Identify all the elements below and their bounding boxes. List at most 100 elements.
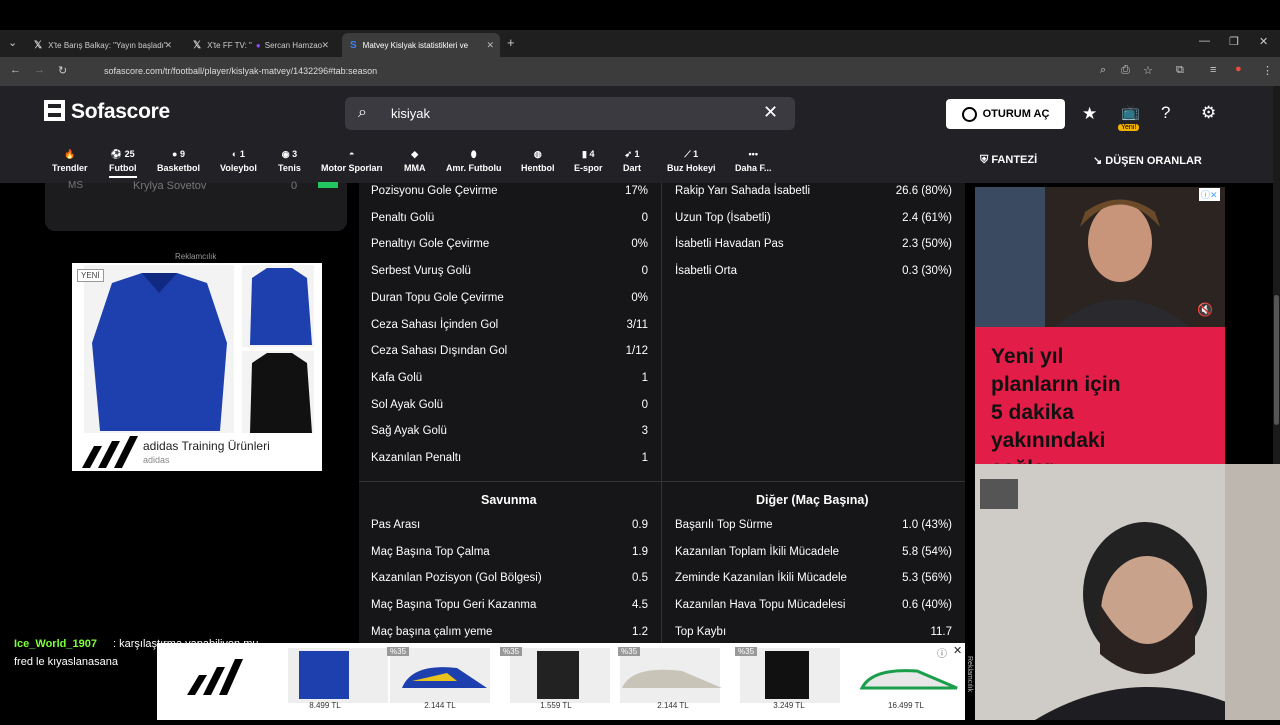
new-badge: YENİ — [77, 269, 104, 282]
chat-username: Ice_World_1907 — [14, 638, 97, 650]
stat-value: 4.5 — [632, 599, 648, 612]
stat-label: Rakip Yarı Sahada İsabetli — [675, 185, 811, 197]
dropping-odds-label: DÜŞEN ORANLAR — [1105, 155, 1202, 167]
sport-tab-espor[interactable]: ▮ 4 E-spor — [574, 149, 603, 173]
webcam-image — [975, 464, 1280, 720]
cast-icon[interactable]: ⎙ — [1121, 64, 1130, 77]
close-icon[interactable]: ✕ — [164, 40, 172, 51]
minimize-icon[interactable]: — — [1199, 35, 1210, 47]
stat-value: 17% — [624, 185, 648, 197]
flame-icon: 🔥 — [64, 149, 76, 159]
product-price[interactable]: 3.249 TL — [749, 701, 829, 710]
browser-tab[interactable]: 𝕏 X'te Barış Balkay: "Yayın başladı" ✕ — [26, 33, 178, 57]
sport-tab-more[interactable]: ••• Daha F... — [735, 149, 772, 173]
extensions-icon[interactable]: ⧉ — [1176, 64, 1184, 77]
login-label: OTURUM AÇ — [982, 108, 1050, 120]
sport-tab-hentbol[interactable]: ◍ Hentbol — [521, 149, 555, 173]
forward-icon[interactable]: → — [34, 64, 45, 76]
stat-label: Maç Başına Top Çalma — [371, 545, 490, 558]
scrollbar-thumb[interactable] — [1274, 295, 1279, 425]
tab-label: X'te FF TV: " — [207, 40, 252, 50]
video-ad[interactable] — [975, 187, 1225, 327]
sport-tab-basketbol[interactable]: ● 9 Basketbol — [157, 149, 200, 173]
close-icon[interactable]: ✕ — [321, 40, 329, 51]
dropping-odds-link[interactable]: ↘ DÜŞEN ORANLAR — [1093, 154, 1202, 167]
login-button[interactable]: OTURUM AÇ — [946, 99, 1065, 129]
zoom-icon[interactable]: ⌕ — [1100, 64, 1106, 77]
product-price[interactable]: 8.499 TL — [285, 701, 365, 710]
gamepad-icon: ▮ — [582, 149, 587, 159]
ad-title[interactable]: adidas Training Ürünleri — [143, 439, 270, 453]
stat-label: Kazanılan Penaltı — [371, 452, 462, 464]
twitch-icon: ● — [255, 40, 261, 50]
search-value[interactable]: kisiyak — [391, 106, 430, 121]
profile-avatar-icon[interactable]: ● — [1235, 63, 1242, 75]
restore-icon[interactable]: ❐ — [1229, 35, 1239, 48]
x-icon: 𝕏 — [193, 39, 202, 51]
mute-icon[interactable]: 🔇 — [1197, 302, 1213, 318]
sport-tab-buz-hokeyi[interactable]: ⟋ 1 Buz Hokeyi — [667, 149, 716, 173]
sport-label: Amr. Futbolu — [446, 163, 502, 173]
sport-label: Tenis — [278, 163, 301, 173]
tennis-icon: ◉ — [281, 149, 290, 159]
tab-search-icon[interactable]: ⌄ — [8, 36, 17, 49]
sport-count: 1 — [693, 149, 699, 159]
product-price[interactable]: 2.144 TL — [400, 701, 480, 710]
product-price[interactable]: 1.559 TL — [516, 701, 596, 710]
reload-icon[interactable]: ↻ — [58, 64, 67, 77]
sport-label: E-spor — [574, 163, 603, 173]
volleyball-icon: ◐ — [231, 149, 238, 159]
section-title-diger: Diğer (Maç Başına) — [756, 493, 869, 507]
glove-icon: ◆ — [411, 149, 419, 159]
section-divider — [359, 481, 965, 482]
sport-tab-futbol[interactable]: ⚽ 25 Futbol — [109, 149, 137, 178]
sport-tab-amr-futbolu[interactable]: ⬮ Amr. Futbolu — [446, 149, 502, 173]
search-icon: ⌕ — [358, 104, 367, 121]
product-price[interactable]: 16.499 TL — [866, 701, 946, 710]
stat-label: Penaltı Golü — [371, 211, 435, 224]
browser-tab[interactable]: 𝕏 X'te FF TV: " ● Sercan Hamzao ✕ — [185, 33, 335, 57]
close-window-icon[interactable]: ✕ — [1259, 35, 1268, 48]
stat-value: 1.0 (43%) — [902, 519, 952, 531]
ad-close-icon[interactable]: ✕ — [953, 644, 962, 657]
sofascore-icon: S — [350, 39, 357, 51]
stat-label: Maç başına çalım yeme — [371, 625, 493, 638]
sport-count: 9 — [179, 149, 185, 159]
address-field[interactable]: sofascore.com/tr/football/player/kislyak… — [88, 63, 1098, 80]
settings-gear-icon[interactable]: ⚙ — [1201, 103, 1216, 123]
media-icon[interactable]: ≡ — [1210, 64, 1216, 76]
sport-label: Futbol — [109, 163, 137, 173]
team-name[interactable]: Krylya Sovetov — [133, 180, 206, 192]
menu-icon[interactable]: ⋮ — [1262, 64, 1273, 77]
sport-tab-dart[interactable]: ➶ 1 Dart — [623, 149, 641, 173]
favorites-star-icon[interactable]: ★ — [1082, 104, 1097, 124]
sport-tab-motor[interactable]: ◓ Motor Sporları — [321, 149, 383, 173]
sport-count: 3 — [292, 149, 298, 159]
clear-search-icon[interactable]: ✕ — [763, 102, 778, 123]
bookmark-star-icon[interactable]: ☆ — [1143, 64, 1153, 77]
fantasy-label: FANTEZİ — [991, 154, 1038, 166]
close-icon[interactable]: ✕ — [486, 40, 494, 51]
sofascore-logo[interactable]: Sofascore — [44, 100, 170, 124]
sport-tab-mma[interactable]: ◆ MMA — [404, 149, 426, 173]
sport-tab-tenis[interactable]: ◉ 3 Tenis — [278, 149, 301, 173]
stat-label: Kafa Golü — [371, 371, 423, 384]
letterbox-top — [0, 0, 1280, 30]
browser-tab-active[interactable]: S Matvey Kislyak istatistikleri ve ✕ — [342, 33, 500, 57]
stat-value: 1.2 — [632, 625, 648, 638]
stat-value: 0% — [631, 291, 648, 304]
stat-value: 1/12 — [625, 345, 648, 358]
fantasy-link[interactable]: ⛨ FANTEZİ — [980, 154, 1037, 167]
section-title-savunma: Savunma — [481, 493, 537, 507]
tv-icon[interactable]: 📺 — [1121, 103, 1140, 121]
sport-tab-trendler[interactable]: 🔥 Trendler — [52, 149, 88, 173]
new-tab-icon[interactable]: + — [507, 35, 515, 50]
stat-label: Serbest Vuruş Golü — [371, 265, 471, 278]
product-price[interactable]: 2.144 TL — [633, 701, 713, 710]
ad-info-icon[interactable]: ⓘ — [937, 645, 947, 660]
sport-tab-voleybol[interactable]: ◐ 1 Voleybol — [220, 149, 257, 173]
stat-value: 0.5 — [632, 572, 648, 585]
help-icon[interactable]: ? — [1161, 103, 1170, 123]
back-icon[interactable]: ← — [10, 64, 21, 76]
ad-info-icon[interactable]: ⓘ✕ — [1199, 188, 1220, 201]
